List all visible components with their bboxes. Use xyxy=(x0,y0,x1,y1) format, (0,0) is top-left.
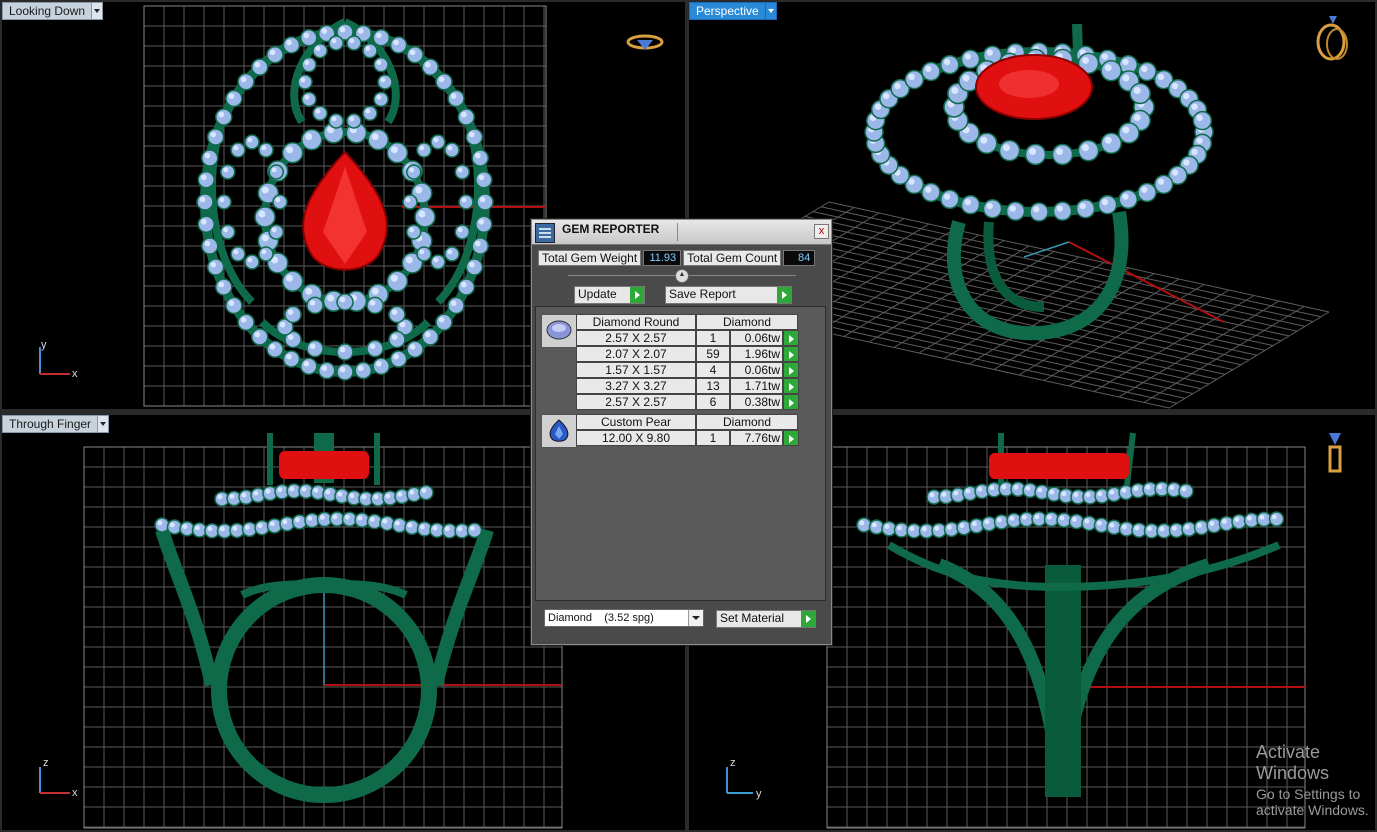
table-row[interactable]: 12.00 X 9.80 1 7.76tw xyxy=(576,430,799,446)
select-gems-button[interactable] xyxy=(783,346,799,362)
total-weight-value: 11.93 xyxy=(643,250,682,266)
viewport-label-bl[interactable]: Through Finger xyxy=(2,415,110,433)
set-material-label: Set Material xyxy=(720,611,785,625)
update-button[interactable]: Update xyxy=(574,286,645,304)
set-material-button[interactable]: Set Material xyxy=(716,610,816,628)
select-gems-button[interactable] xyxy=(783,362,799,378)
gem-reporter-title: GEM REPORTER xyxy=(562,222,660,236)
viewport-label-tr[interactable]: Perspective xyxy=(689,2,777,20)
select-gems-button[interactable] xyxy=(783,378,799,394)
report-icon xyxy=(535,223,555,243)
totals-row: Total Gem Weight 11.93 Total Gem Count 8… xyxy=(538,250,827,266)
round-gems-front xyxy=(856,481,1285,539)
material-select[interactable]: Diamond (3.52 spg) xyxy=(544,609,704,627)
svg-text:z: z xyxy=(43,757,49,769)
select-gems-button[interactable] xyxy=(783,394,799,410)
svg-text:y: y xyxy=(41,339,47,351)
svg-text:x: x xyxy=(72,368,78,380)
viewport-label-tl[interactable]: Looking Down xyxy=(2,2,104,20)
axis-indicator-bl: z x xyxy=(39,757,78,799)
gem-shape-name: Diamond Round xyxy=(576,314,696,330)
splitter-handle[interactable]: ▲ xyxy=(675,269,689,283)
round-diamond-icon xyxy=(541,314,577,348)
gem-group-header: Diamond Round Diamond xyxy=(576,314,798,330)
svg-text:x: x xyxy=(72,787,78,799)
chevron-down-icon[interactable] xyxy=(765,2,777,20)
ring-view-icon-br[interactable] xyxy=(1328,433,1342,473)
ring-view-icon-tr[interactable] xyxy=(1316,16,1348,61)
viewport-name-tr[interactable]: Perspective xyxy=(689,2,766,20)
table-row[interactable]: 2.57 X 2.57 6 0.38tw xyxy=(576,394,799,410)
gem-reporter-titlebar[interactable]: GEM REPORTER x xyxy=(532,220,831,245)
activate-windows-watermark: Activate Windows Go to Settings to activ… xyxy=(1256,742,1369,818)
gem-material-name: Diamond xyxy=(696,314,798,330)
close-icon[interactable]: x xyxy=(814,224,829,239)
pear-stone-side xyxy=(279,451,369,479)
ring-view-icon-tl[interactable] xyxy=(626,34,664,50)
pear-stone-front xyxy=(989,453,1129,479)
gem-list[interactable]: Diamond Round Diamond 2.57 X 2.57 1 0.06… xyxy=(535,306,826,601)
save-report-label: Save Report xyxy=(669,287,736,301)
viewport-name-bl[interactable]: Through Finger xyxy=(2,415,99,433)
chevron-down-icon[interactable] xyxy=(98,415,110,433)
total-weight-label: Total Gem Weight xyxy=(538,250,642,266)
pear-gem-icon xyxy=(541,414,577,448)
table-row[interactable]: 3.27 X 3.27 13 1.71tw xyxy=(576,378,799,394)
table-row[interactable]: 2.57 X 2.57 1 0.06tw xyxy=(576,330,799,346)
axis-indicator-br: z y xyxy=(726,757,762,800)
gem-group-header: Custom Pear Diamond xyxy=(576,414,798,430)
gem-shape-name: Custom Pear xyxy=(576,414,696,430)
axis-indicator-tl: y x xyxy=(39,339,78,380)
table-row[interactable]: 1.57 X 1.57 4 0.06tw xyxy=(576,362,799,378)
save-report-button[interactable]: Save Report xyxy=(665,286,792,304)
gem-reporter-panel[interactable]: GEM REPORTER x Total Gem Weight 11.93 To… xyxy=(531,219,832,645)
update-label: Update xyxy=(578,287,617,301)
play-icon xyxy=(630,287,644,303)
select-gems-button[interactable] xyxy=(783,430,799,446)
table-row[interactable]: 2.07 X 2.07 59 1.96tw xyxy=(576,346,799,362)
select-gems-button[interactable] xyxy=(783,330,799,346)
total-count-label: Total Gem Count xyxy=(683,250,782,266)
svg-text:z: z xyxy=(730,757,736,769)
chevron-down-icon[interactable] xyxy=(92,2,104,20)
material-select-value: Diamond (3.52 spg) xyxy=(548,612,654,624)
play-icon xyxy=(801,611,815,627)
chevron-down-icon[interactable] xyxy=(688,610,703,626)
play-icon xyxy=(777,287,791,303)
viewport-name-tl[interactable]: Looking Down xyxy=(2,2,93,20)
total-count-value: 84 xyxy=(783,250,816,266)
gem-material-name: Diamond xyxy=(696,414,798,430)
svg-text:y: y xyxy=(756,788,762,800)
